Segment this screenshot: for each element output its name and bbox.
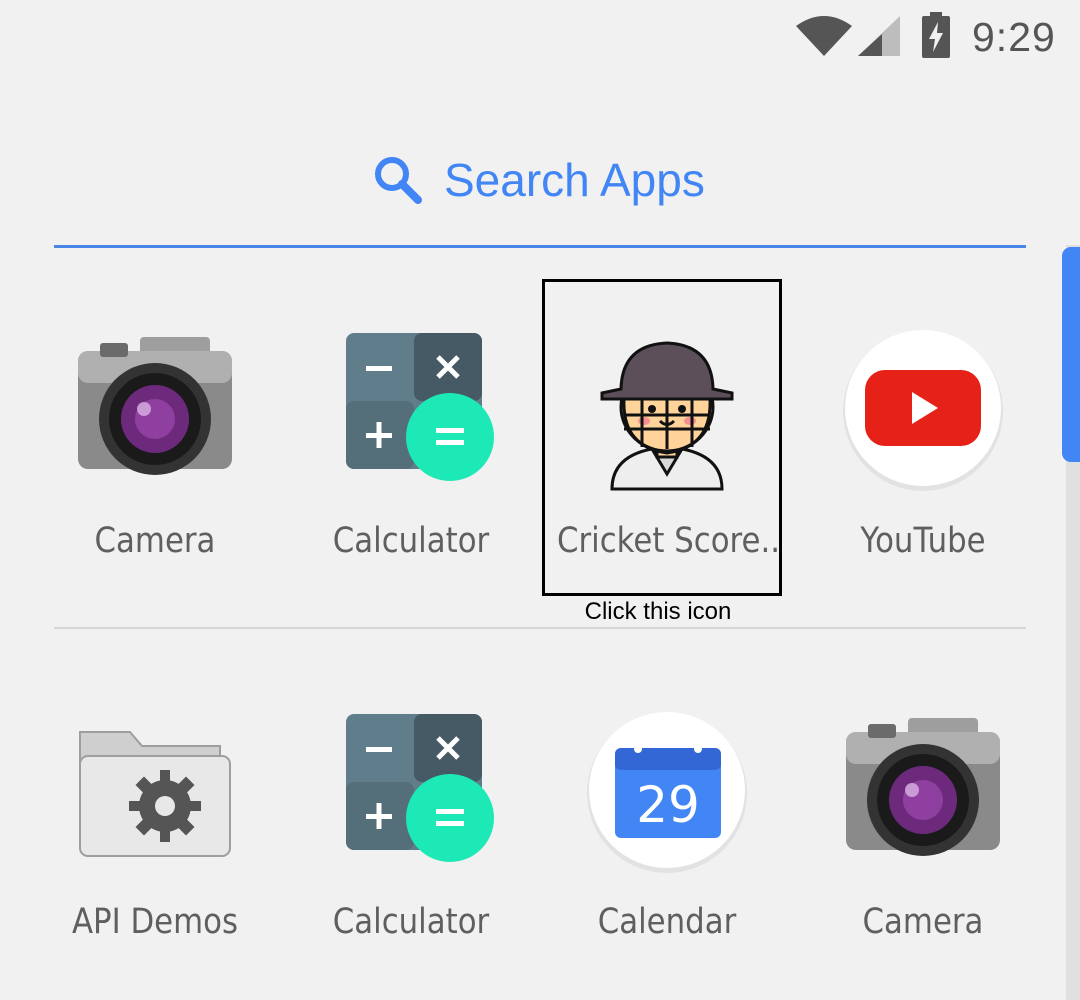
status-bar: 9:29 <box>0 0 1080 76</box>
scrollbar-thumb[interactable] <box>1062 247 1080 462</box>
app-youtube[interactable]: YouTube <box>798 287 1048 587</box>
click-hint-label: Click this icon <box>584 598 732 625</box>
app-label: API Demos <box>71 902 239 942</box>
app-camera-2[interactable]: Camera <box>798 668 1048 968</box>
app-label: YouTube <box>860 521 986 561</box>
clock: 9:29 <box>972 14 1056 60</box>
youtube-icon <box>838 329 1008 499</box>
search-apps-label: Search Apps <box>444 154 705 206</box>
app-label: Camera <box>94 521 216 561</box>
app-label: Calculator <box>332 521 490 561</box>
wifi-icon <box>796 16 852 56</box>
app-label: Calendar <box>597 902 737 942</box>
app-calendar[interactable]: 29 Calendar <box>542 668 792 968</box>
app-label: Calculator <box>332 902 490 942</box>
highlight-box <box>542 279 782 596</box>
calculator-icon <box>326 710 496 880</box>
calendar-icon: 29 <box>582 710 752 880</box>
signal-icon <box>858 16 900 56</box>
app-label: Camera <box>862 902 984 942</box>
calendar-date: 29 <box>636 776 700 834</box>
search-underline <box>54 245 1026 248</box>
camera-icon <box>838 710 1008 880</box>
row-divider <box>54 627 1026 629</box>
app-camera[interactable]: Camera <box>30 287 280 587</box>
search-icon <box>375 157 422 204</box>
search-apps-bar[interactable]: Search Apps <box>370 150 705 210</box>
app-calculator[interactable]: Calculator <box>286 287 536 587</box>
battery-charging-icon <box>922 12 950 58</box>
app-api-demos[interactable]: API Demos <box>30 668 280 968</box>
camera-icon <box>70 329 240 499</box>
app-calculator-2[interactable]: Calculator <box>286 668 536 968</box>
calculator-icon <box>326 329 496 499</box>
folder-gear-icon <box>70 710 240 880</box>
